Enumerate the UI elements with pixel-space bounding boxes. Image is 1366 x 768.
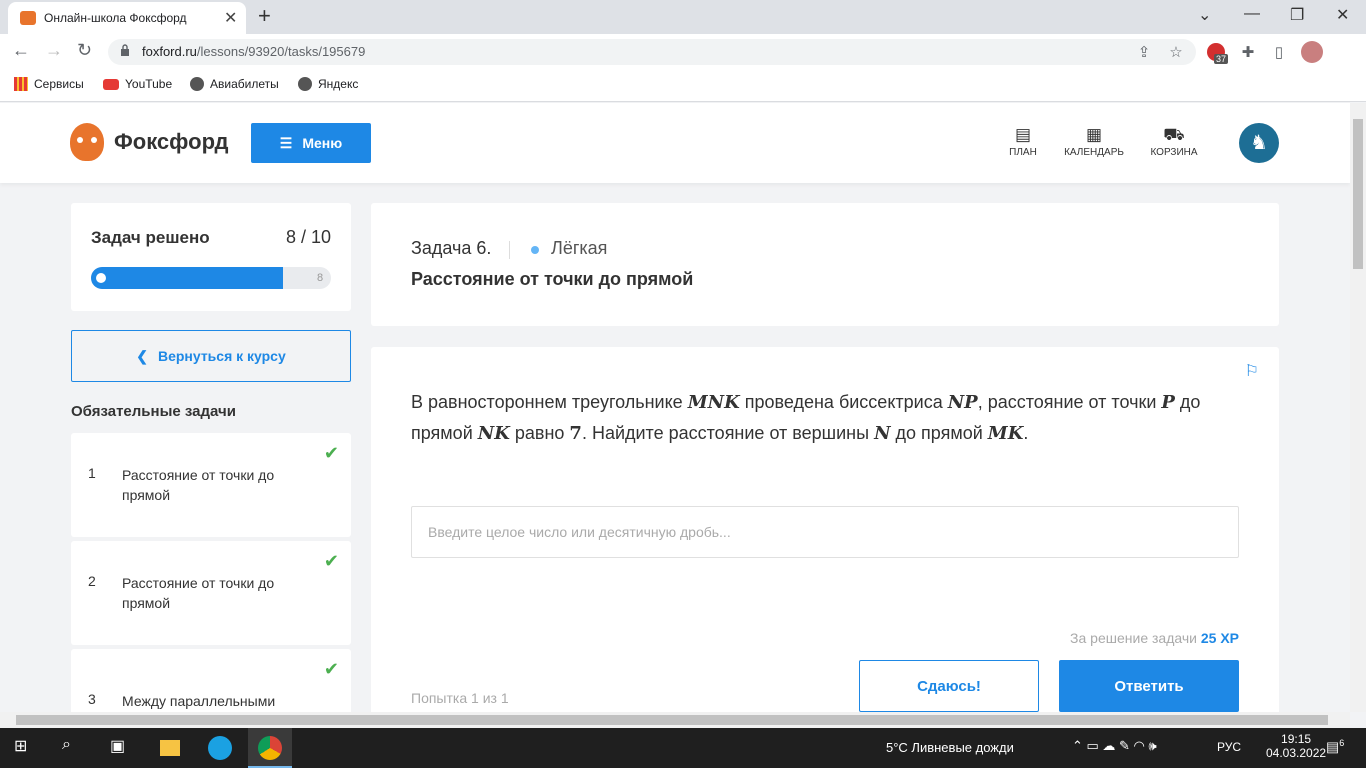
answer-input[interactable] [411, 506, 1239, 558]
vertical-scrollbar[interactable] [1350, 103, 1366, 712]
clock[interactable]: 19:15 04.03.2022 [1266, 732, 1326, 760]
fox-favicon-icon [20, 11, 36, 25]
horizontal-scrollbar[interactable] [0, 712, 1350, 728]
progress-label: Задач решено [91, 228, 210, 247]
back-icon[interactable]: ← [12, 40, 30, 61]
windows-start-icon[interactable]: ⊞ [14, 736, 27, 756]
reward-text: За решение задачи 25 XP [1070, 630, 1239, 646]
task-title: Расстояние от точки до прямой [411, 269, 694, 289]
windows-taskbar: ⊞ ⌕ ▣ 5°C Ливневые дожди ⌃ ▭ ☁ ✎ ◠ 🕪 РУС… [0, 728, 1366, 768]
check-icon: ✔ [323, 659, 339, 679]
progress-bar: 8 [91, 267, 331, 289]
task-card: ⚐ В равностороннем треугольнике MNK пров… [371, 347, 1279, 727]
vertical-scroll-thumb[interactable] [1353, 119, 1363, 269]
task-header-card: Задача 6. Лёгкая Расстояние от точки до … [371, 203, 1279, 326]
give-up-button[interactable]: Сдаюсь! [859, 660, 1039, 712]
profile-avatar[interactable] [1301, 41, 1323, 63]
youtube-icon [103, 78, 119, 90]
bookmark-avia[interactable]: Авиабилеты [190, 77, 279, 91]
file-explorer-icon[interactable] [160, 740, 180, 756]
apps-grid-icon [14, 77, 28, 91]
extension-badge: 37 [1214, 54, 1229, 64]
task-view-icon[interactable]: ▣ [110, 736, 125, 756]
close-tab-icon[interactable]: ✕ [224, 8, 237, 28]
site-header: Фоксфорд ☰ Меню ▤ ПЛАН ▦ КАЛЕНДАРЬ ⛟ КОР… [0, 103, 1350, 183]
chevron-left-icon: ❮ [136, 347, 148, 364]
task-number: Задача 6. [411, 238, 492, 258]
puzzle-extensions-icon[interactable]: ✚ [1239, 43, 1257, 61]
user-avatar[interactable]: ♞ [1239, 123, 1279, 163]
tab-title: Онлайн-школа Фоксфорд [44, 11, 187, 25]
minimize-icon[interactable]: — [1244, 5, 1260, 23]
share-icon[interactable]: ⇪ [1135, 43, 1153, 61]
language-indicator[interactable]: РУС [1217, 740, 1241, 754]
tray-icons[interactable]: ⌃ ▭ ☁ ✎ ◠ 🕪 [1072, 738, 1157, 754]
divider [509, 241, 510, 259]
lock-icon [121, 44, 129, 56]
nav-plan[interactable]: ▤ ПЛАН [988, 125, 1058, 158]
back-to-course-button[interactable]: ❮ Вернуться к курсу [71, 330, 351, 382]
progress-end-badge: 8 [311, 269, 329, 287]
bookmark-services[interactable]: Сервисы [14, 77, 84, 91]
brand-name: Фоксфорд [114, 129, 229, 154]
globe-icon [298, 77, 312, 91]
globe-icon [190, 77, 204, 91]
bookmark-youtube[interactable]: YouTube [103, 77, 172, 91]
horizontal-scroll-thumb[interactable] [16, 715, 1328, 725]
progress-fill [91, 267, 283, 289]
progress-card: Задач решено 8 / 10 8 [71, 203, 351, 311]
reload-icon[interactable]: ↻ [77, 40, 92, 61]
list-icon: ☰ [279, 134, 293, 151]
attempt-counter: Попытка 1 из 1 [411, 690, 509, 706]
fox-logo-icon [70, 123, 104, 161]
difficulty-label: Лёгкая [551, 238, 608, 258]
tab-search-icon[interactable]: ⌄ [1198, 5, 1211, 25]
list-item[interactable]: 3 Между параллельными ✔ [71, 649, 351, 712]
required-tasks-title: Обязательные задачи [71, 403, 236, 420]
list-item[interactable]: 2 Расстояние от точки до прямой ✔ [71, 541, 351, 645]
weather-text[interactable]: 5°C Ливневые дожди [886, 740, 1014, 755]
nav-calendar[interactable]: ▦ КАЛЕНДАРЬ [1059, 125, 1129, 158]
restore-icon[interactable]: ❐ [1290, 5, 1304, 25]
chrome-taskbar-button[interactable] [248, 728, 292, 768]
task-condition: В равностороннем треугольнике MNK провед… [411, 392, 1201, 444]
nav-cart[interactable]: ⛟ КОРЗИНА [1139, 125, 1209, 158]
progress-knob [96, 273, 106, 283]
flag-icon[interactable]: ⚐ [1245, 361, 1259, 381]
progress-count: 8 / 10 [285, 227, 331, 247]
search-icon[interactable]: ⌕ [62, 736, 71, 754]
check-icon: ✔ [323, 551, 339, 571]
list-item[interactable]: 1 Расстояние от точки до прямой ✔ [71, 433, 351, 537]
check-icon: ✔ [323, 443, 339, 463]
chrome-icon [258, 736, 282, 760]
notifications-icon[interactable]: ▤6 [1326, 738, 1344, 756]
close-window-icon[interactable]: ✕ [1336, 5, 1349, 25]
bookmark-star-icon[interactable]: ☆ [1167, 43, 1185, 61]
bookmark-yandex[interactable]: Яндекс [298, 77, 358, 91]
url-text: foxford.ru/lessons/93920/tasks/195679 [142, 44, 366, 59]
forward-icon[interactable]: → [45, 40, 63, 61]
difficulty-dot-icon [531, 246, 539, 254]
bookmarks-bar: Сервисы YouTube Авиабилеты Яндекс [0, 70, 1366, 102]
browser-tab-bar: Онлайн-школа Фоксфорд ✕ + ⌄ — ❐ ✕ [0, 0, 1366, 34]
menu-button[interactable]: ☰ Меню [251, 123, 371, 163]
side-panel-icon[interactable]: ▯ [1270, 43, 1288, 61]
calendar-icon: ▦ [1085, 125, 1103, 144]
new-tab-icon[interactable]: + [258, 3, 271, 29]
edge-icon[interactable] [208, 736, 232, 760]
document-icon: ▤ [1014, 125, 1032, 144]
cart-icon: ⛟ [1163, 125, 1185, 144]
address-bar[interactable]: foxford.ru/lessons/93920/tasks/195679 [108, 39, 1196, 65]
submit-button[interactable]: Ответить [1059, 660, 1239, 712]
site-logo[interactable]: Фоксфорд [70, 123, 228, 161]
browser-tab[interactable]: Онлайн-школа Фоксфорд ✕ [8, 2, 246, 34]
